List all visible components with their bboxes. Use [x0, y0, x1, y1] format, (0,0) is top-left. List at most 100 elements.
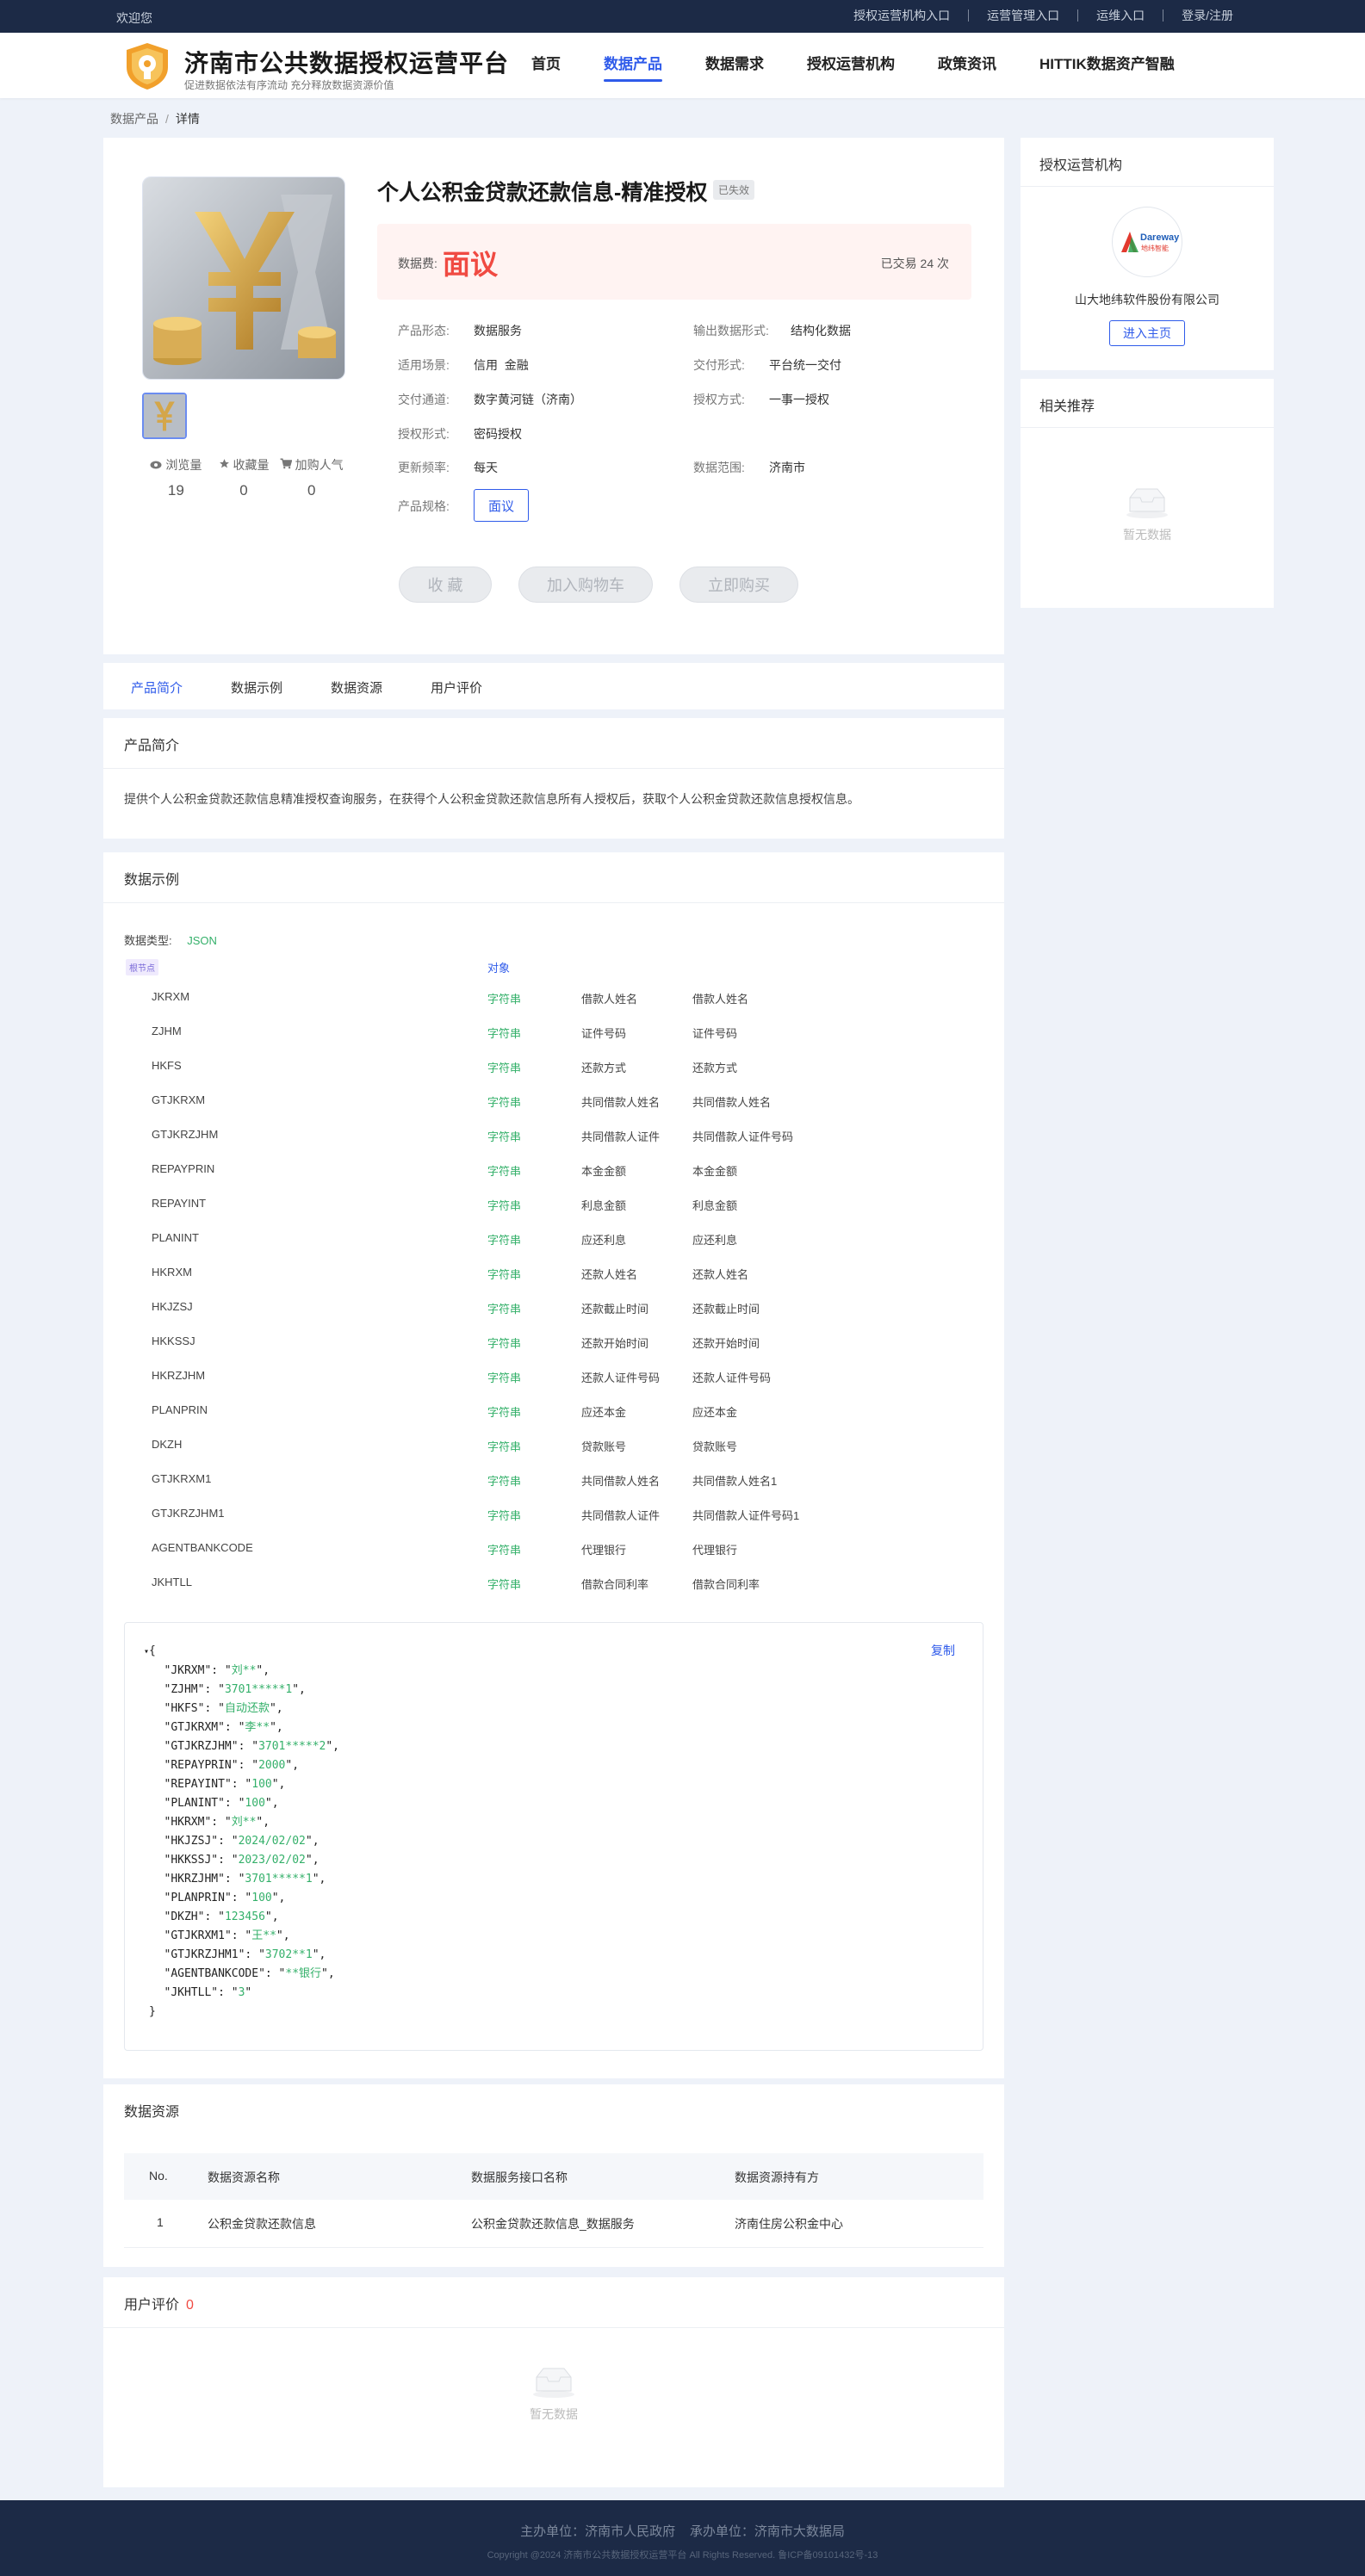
attr-frequency: 更新频率: 每天 [398, 461, 498, 474]
copy-button[interactable]: 复制 [931, 1642, 955, 1659]
field-type: 字符串 [487, 1544, 522, 1557]
stat-cart-label: 加购人气 [295, 458, 344, 472]
favorite-button[interactable]: 收 藏 [399, 567, 492, 603]
spec-option-button[interactable]: 面议 [474, 489, 529, 522]
field-name: HKJZSJ [152, 1300, 193, 1313]
star-icon [219, 458, 230, 472]
stat-favorites-label: 收藏量 [233, 458, 270, 472]
cart-icon [280, 458, 293, 472]
buy-now-button[interactable]: 立即购买 [679, 567, 798, 603]
field-row: HKRZJHM 字符串 还款人证件号码 还款人证件号码 [103, 1369, 1004, 1386]
field-desc: 证件号码 [581, 1027, 627, 1040]
tab-resource[interactable]: 数据资源 [331, 678, 382, 697]
field-type: 字符串 [487, 1062, 522, 1074]
status-badge: 已失效 [713, 180, 755, 200]
detail-tabs: 产品简介 数据示例 数据资源 用户评价 [103, 663, 1004, 709]
recommend-title: 相关推荐 [1039, 399, 1095, 414]
cell-resource-name: 公积金贷款还款信息 [208, 2217, 316, 2231]
json-line: "ZJHM": "3701*****1", [144, 1683, 306, 1696]
review-title: 用户评价 [124, 2298, 180, 2313]
nav-policy-news[interactable]: 政策资讯 [938, 52, 996, 82]
json-value: 100 [245, 1797, 265, 1810]
field-type: 字符串 [487, 1165, 522, 1178]
divider [103, 768, 1004, 769]
recommend-empty: 暂无数据 [1021, 486, 1274, 543]
breadcrumb-current: 详情 [175, 112, 200, 126]
nav-operators[interactable]: 授权运营机构 [807, 52, 895, 82]
field-desc: 共同借款人证件 [581, 1509, 661, 1522]
json-line: "GTJKRXM": "李**", [144, 1721, 283, 1734]
maintenance-link[interactable]: 运维入口 [1077, 9, 1163, 22]
json-line: "HKJZSJ": "2024/02/02", [144, 1835, 320, 1848]
divider [103, 2327, 1004, 2328]
empty-box-icon [1021, 486, 1274, 521]
json-line: "REPAYPRIN": "2000", [144, 1759, 300, 1772]
field-desc: 共同借款人姓名 [581, 1475, 661, 1488]
intro-title: 产品简介 [124, 739, 180, 753]
field-row: GTJKRZJHM1 字符串 共同借款人证件 共同借款人证件号码1 [103, 1507, 1004, 1524]
recommend-card: 相关推荐 暂无数据 [1021, 379, 1274, 608]
nav-data-products[interactable]: 数据产品 [604, 52, 662, 82]
field-remark: 证件号码 [692, 1027, 738, 1040]
main-nav: 首页 数据产品 数据需求 授权运营机构 政策资讯 HITTIK数据资产智融 [531, 52, 1218, 82]
field-desc: 共同借款人证件 [581, 1130, 661, 1143]
breadcrumb-parent[interactable]: 数据产品 [110, 112, 158, 126]
json-value: 3701*****1 [224, 1683, 293, 1696]
field-type: 字符串 [487, 1440, 522, 1453]
field-remark: 利息金额 [692, 1199, 738, 1212]
platform-logo-icon[interactable] [123, 41, 171, 91]
field-remark: 贷款账号 [692, 1440, 738, 1453]
login-register-link[interactable]: 登录/注册 [1163, 9, 1251, 22]
field-remark: 还款开始时间 [692, 1337, 760, 1350]
traded-count: 已交易 24 次 [880, 257, 949, 270]
json-value: 100 [251, 1778, 272, 1791]
header: 济南市公共数据授权运营平台 促进数据依法有序流动 充分释放数据资源价值 首页 数… [0, 33, 1365, 98]
col-holder: 数据资源持有方 [735, 2170, 819, 2184]
org-homepage-button[interactable]: 进入主页 [1109, 320, 1185, 346]
org-name: 山大地纬软件股份有限公司 [1075, 293, 1219, 307]
tab-review[interactable]: 用户评价 [431, 678, 482, 697]
field-type: 字符串 [487, 993, 522, 1006]
svg-text:地纬智能: 地纬智能 [1141, 244, 1169, 252]
divider [1021, 186, 1274, 187]
json-code: ▾{ "JKRXM": "刘**", "ZJHM": "3701*****1",… [144, 1642, 339, 2022]
ops-admin-link[interactable]: 运营管理入口 [968, 9, 1077, 22]
tab-intro[interactable]: 产品简介 [131, 678, 183, 697]
col-no: No. [149, 2169, 168, 2183]
stat-favorites-value: 0 [239, 482, 248, 498]
nav-hittik[interactable]: HITTIK数据资产智融 [1039, 52, 1175, 82]
product-image [142, 176, 345, 380]
cell-interface-name: 公积金贷款还款信息_数据服务 [471, 2217, 635, 2231]
json-key: HKRZJHM [171, 1873, 219, 1886]
recommend-empty-text: 暂无数据 [1123, 528, 1171, 542]
json-line: "REPAYINT": "100", [144, 1778, 286, 1791]
json-value: 100 [251, 1892, 272, 1904]
divider [1021, 427, 1274, 428]
review-empty-text: 暂无数据 [530, 2407, 578, 2421]
field-name: ZJHM [152, 1025, 182, 1037]
field-name: JKHTLL [152, 1576, 192, 1588]
product-stats: 浏览量 19 收藏量 0 加购人气 0 [142, 456, 345, 499]
svg-text:Dareway: Dareway [1140, 232, 1180, 243]
json-key: DKZH [171, 1910, 198, 1923]
root-node-type: 对象 [487, 962, 511, 975]
field-remark: 借款合同利率 [692, 1578, 760, 1591]
json-open-brace: { [149, 1644, 156, 1657]
json-value: 3701*****2 [258, 1740, 326, 1753]
cell-holder: 济南住房公积金中心 [735, 2217, 843, 2231]
json-key: HKKSSJ [171, 1854, 212, 1867]
org-entry-link[interactable]: 授权运营机构入口 [835, 9, 968, 22]
field-row: AGENTBANKCODE 字符串 代理银行 代理银行 [103, 1541, 1004, 1558]
table-row: 1 公积金贷款还款信息 公积金贷款还款信息_数据服务 济南住房公积金中心 [124, 2200, 983, 2248]
tab-example[interactable]: 数据示例 [231, 678, 282, 697]
data-type-value: JSON [187, 934, 217, 947]
product-thumbnail[interactable] [142, 393, 187, 439]
add-to-cart-button[interactable]: 加入购物车 [518, 567, 653, 603]
json-key: GTJKRZJHM [171, 1740, 232, 1753]
nav-home[interactable]: 首页 [531, 52, 561, 82]
field-row: PLANPRIN 字符串 应还本金 应还本金 [103, 1403, 1004, 1421]
nav-data-demand[interactable]: 数据需求 [705, 52, 764, 82]
org-card: 授权运营机构 Dareway 地纬智能 山大地纬软件股份有限公司 进入主页 [1021, 138, 1274, 370]
json-key: HKRXM [171, 1816, 205, 1829]
data-type-label: 数据类型: [124, 934, 172, 947]
